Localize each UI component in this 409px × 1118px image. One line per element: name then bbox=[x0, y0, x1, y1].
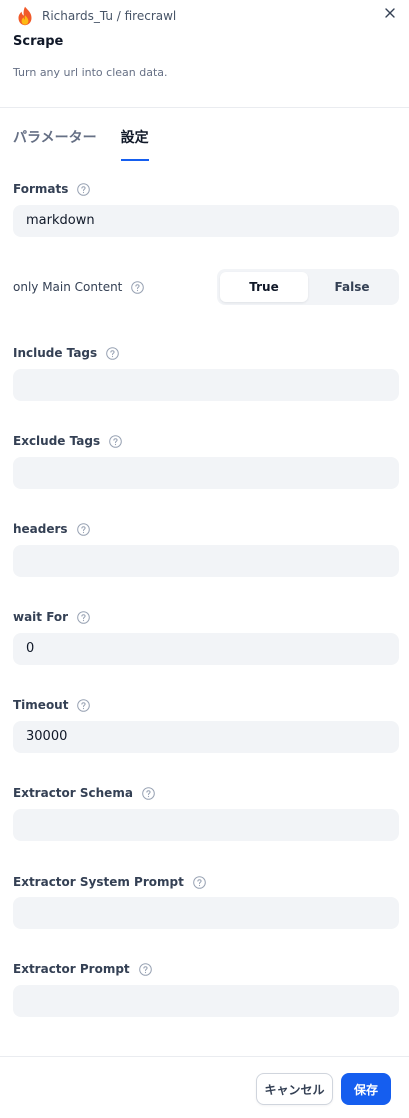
headers-field[interactable] bbox=[13, 545, 399, 577]
save-button[interactable]: 保存 bbox=[341, 1073, 391, 1105]
include-tags-field[interactable] bbox=[13, 369, 399, 401]
help-icon[interactable] bbox=[76, 522, 90, 536]
formats-label-text: Formats bbox=[13, 182, 69, 196]
help-icon[interactable] bbox=[77, 698, 91, 712]
include-tags-label: Include Tags bbox=[13, 345, 119, 361]
panel-header: Richards_Tu / firecrawl Scrape Turn any … bbox=[0, 0, 409, 108]
formats-field[interactable]: markdown bbox=[13, 205, 399, 237]
cancel-button[interactable]: キャンセル bbox=[256, 1073, 333, 1105]
only-main-content-label: only Main Content bbox=[13, 279, 145, 295]
extractor-prompt-label-text: Extractor Prompt bbox=[13, 962, 130, 976]
help-icon[interactable] bbox=[77, 182, 91, 196]
extractor-system-prompt-label: Extractor System Prompt bbox=[13, 874, 206, 890]
help-icon[interactable] bbox=[109, 434, 122, 448]
panel-footer: キャンセル 保存 bbox=[0, 1056, 409, 1118]
panel-title: Scrape bbox=[13, 34, 64, 49]
headers-label: headers bbox=[13, 521, 90, 537]
help-icon[interactable] bbox=[131, 280, 145, 294]
wait-for-label-text: wait For bbox=[13, 610, 69, 624]
firecrawl-logo-icon bbox=[18, 6, 32, 26]
exclude-tags-label: Exclude Tags bbox=[13, 433, 122, 449]
only-main-content-toggle: True False bbox=[217, 269, 399, 305]
help-icon[interactable] bbox=[193, 875, 206, 889]
extractor-schema-label-text: Extractor Schema bbox=[13, 786, 133, 800]
help-icon[interactable] bbox=[142, 786, 155, 800]
extractor-schema-label: Extractor Schema bbox=[13, 785, 155, 801]
headers-label-text: headers bbox=[13, 522, 68, 536]
exclude-tags-label-text: Exclude Tags bbox=[13, 434, 101, 448]
include-tags-label-text: Include Tags bbox=[13, 346, 98, 360]
timeout-label-text: Timeout bbox=[13, 698, 69, 712]
formats-label: Formats bbox=[13, 181, 91, 197]
close-icon bbox=[385, 8, 395, 18]
exclude-tags-field[interactable] bbox=[13, 457, 399, 489]
extractor-system-prompt-label-text: Extractor System Prompt bbox=[13, 875, 184, 889]
tab-settings[interactable]: 設定 bbox=[120, 124, 149, 162]
help-icon[interactable] bbox=[138, 962, 152, 976]
timeout-label: Timeout bbox=[13, 697, 91, 713]
help-icon[interactable] bbox=[106, 346, 119, 360]
timeout-field[interactable]: 30000 bbox=[13, 721, 399, 753]
brand-text: Richards_Tu / firecrawl bbox=[42, 9, 177, 23]
brand: Richards_Tu / firecrawl bbox=[16, 6, 176, 26]
extractor-prompt-field[interactable] bbox=[13, 985, 399, 1017]
toggle-option-true[interactable]: True bbox=[220, 272, 308, 302]
tab-parameters[interactable]: パラメーター bbox=[13, 124, 97, 162]
tab-bar: パラメーター 設定 bbox=[13, 124, 149, 162]
only-main-content-label-text: only Main Content bbox=[13, 280, 123, 294]
extractor-system-prompt-field[interactable] bbox=[13, 897, 399, 929]
toggle-option-false[interactable]: False bbox=[308, 272, 396, 302]
panel-subtitle: Turn any url into clean data. bbox=[13, 66, 168, 79]
help-icon[interactable] bbox=[77, 610, 90, 624]
wait-for-label: wait For bbox=[13, 609, 90, 625]
close-button[interactable] bbox=[381, 4, 399, 22]
extractor-schema-field[interactable] bbox=[13, 809, 399, 841]
extractor-prompt-label: Extractor Prompt bbox=[13, 961, 152, 977]
wait-for-field[interactable]: 0 bbox=[13, 633, 399, 665]
